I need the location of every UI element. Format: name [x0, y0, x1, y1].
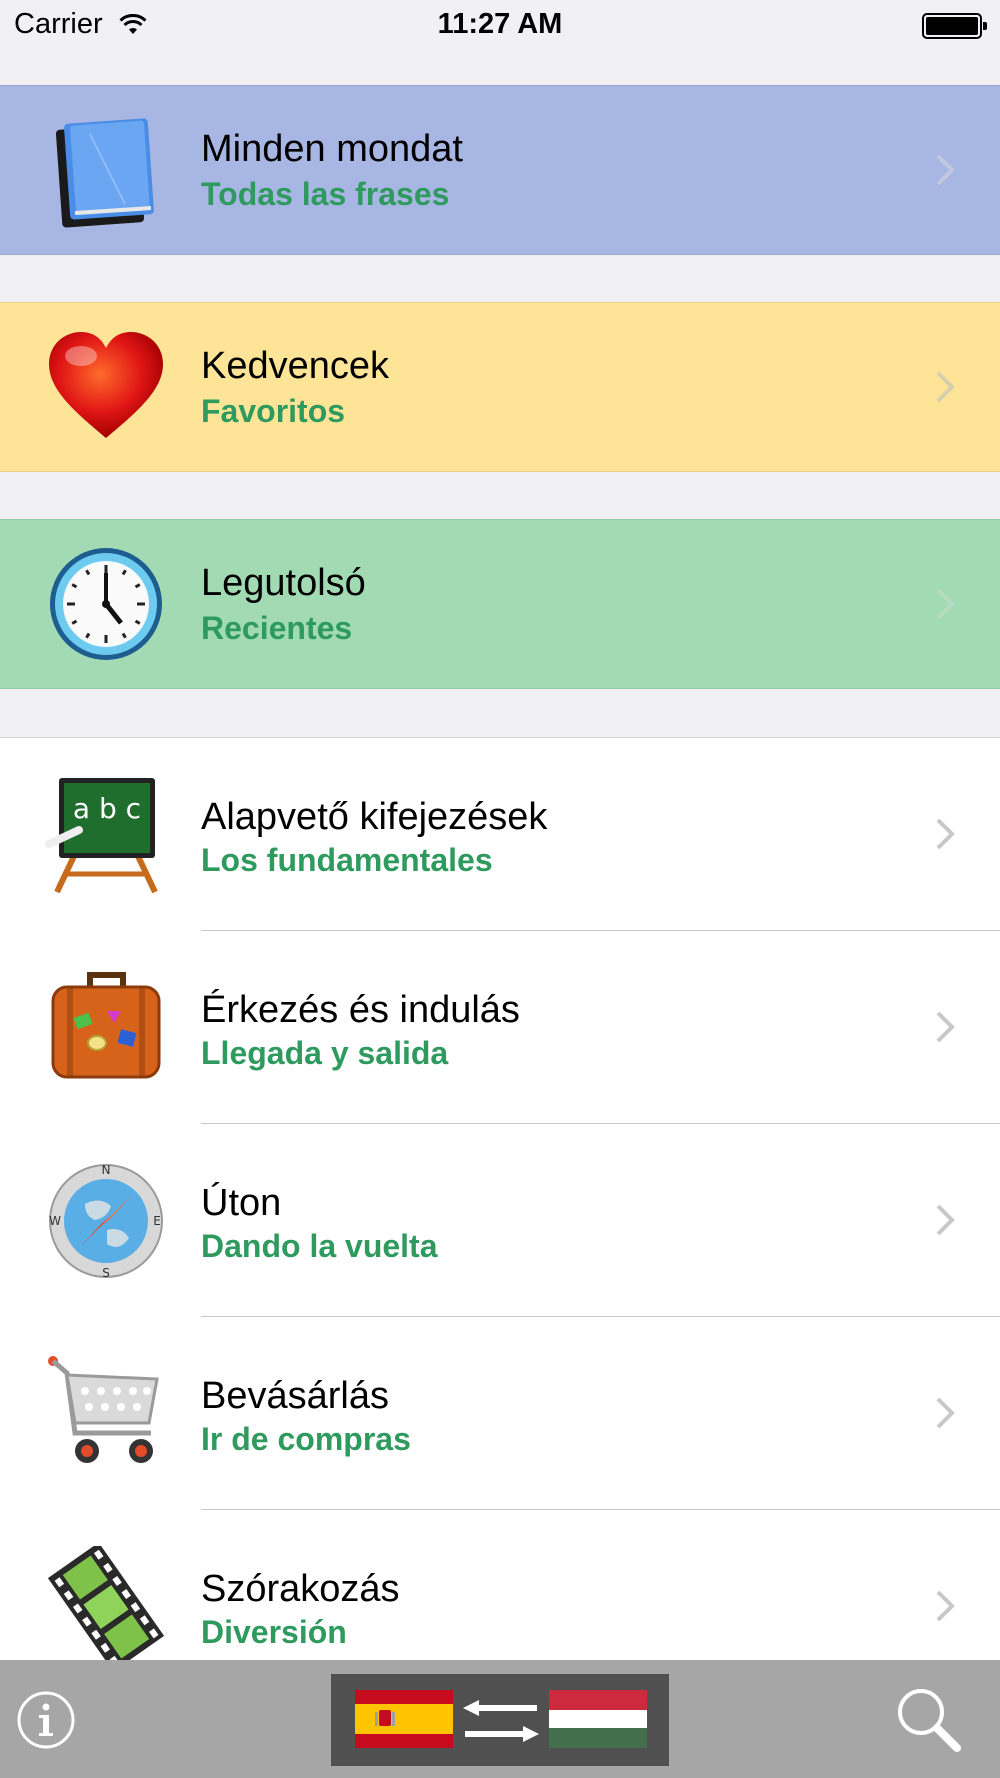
row-title: Alapvető kifejezések — [201, 796, 548, 838]
status-time: 11:27 AM — [437, 8, 563, 40]
svg-text:a b c: a b c — [73, 792, 141, 825]
search-icon[interactable] — [893, 1684, 963, 1754]
row-subtitle: Recientes — [201, 610, 353, 646]
category-row-arrival-departure[interactable]: Érkezés és indulás Llegada y salida — [0, 931, 1000, 1124]
battery-icon — [922, 13, 987, 39]
category-row-shopping[interactable]: Bevásárlás Ir de compras — [0, 1317, 1000, 1510]
bottom-toolbar — [0, 1660, 1000, 1778]
category-row-basics[interactable]: a b c Alapvető kifejezések Los fundament… — [0, 738, 1000, 931]
shopping-cart-icon — [48, 1356, 159, 1463]
compass-icon: N S W E — [49, 1163, 163, 1280]
chevron-right-icon — [936, 1397, 955, 1429]
heart-icon — [49, 332, 163, 438]
suitcase-icon — [51, 972, 161, 1079]
row-title: Érkezés és indulás — [201, 989, 520, 1031]
row-subtitle: Todas las frases — [201, 176, 450, 212]
chevron-right-icon — [936, 588, 955, 620]
clock-icon — [50, 548, 162, 660]
chevron-right-icon — [936, 154, 955, 186]
category-row-getting-around[interactable]: N S W E Úton Dando la vuelta — [0, 1124, 1000, 1317]
chevron-right-icon — [936, 1590, 955, 1622]
spain-flag-icon — [355, 1690, 453, 1748]
svg-text:S: S — [102, 1266, 110, 1280]
row-subtitle: Diversión — [201, 1614, 347, 1650]
swap-arrows-icon — [463, 1700, 539, 1742]
svg-text:N: N — [102, 1163, 111, 1177]
row-subtitle: Ir de compras — [201, 1421, 411, 1457]
film-icon — [47, 1546, 165, 1661]
chevron-right-icon — [936, 371, 955, 403]
favorites-row[interactable]: Kedvencek Favoritos — [0, 302, 1000, 472]
category-list[interactable]: a b c Alapvető kifejezések Los fundament… — [0, 737, 1000, 1661]
language-switch-button[interactable] — [331, 1674, 669, 1766]
all-sentences-row[interactable]: Minden mondat Todas las frases — [0, 85, 1000, 255]
chevron-right-icon — [936, 818, 955, 850]
status-bar: Carrier 11:27 AM — [0, 0, 1000, 52]
chevron-right-icon — [936, 1204, 955, 1236]
book-icon — [55, 118, 154, 228]
chalkboard-icon: a b c — [45, 778, 158, 894]
row-title: Legutolsó — [201, 562, 366, 604]
info-icon[interactable] — [16, 1690, 76, 1750]
svg-text:W: W — [49, 1214, 61, 1228]
row-title: Kedvencek — [201, 345, 390, 387]
row-title: Bevásárlás — [201, 1375, 389, 1417]
row-subtitle: Llegada y salida — [201, 1035, 449, 1071]
svg-text:E: E — [153, 1214, 161, 1228]
row-subtitle: Favoritos — [201, 393, 346, 429]
chevron-right-icon — [936, 1011, 955, 1043]
row-subtitle: Los fundamentales — [201, 842, 493, 878]
row-title: Úton — [201, 1182, 282, 1224]
recent-row[interactable]: Legutolsó Recientes — [0, 519, 1000, 689]
row-title: Szórakozás — [201, 1568, 400, 1610]
category-row-entertainment[interactable]: Szórakozás Diversión — [0, 1510, 1000, 1661]
hungary-flag-icon — [549, 1690, 647, 1748]
row-title: Minden mondat — [201, 128, 463, 170]
row-subtitle: Dando la vuelta — [201, 1228, 438, 1264]
